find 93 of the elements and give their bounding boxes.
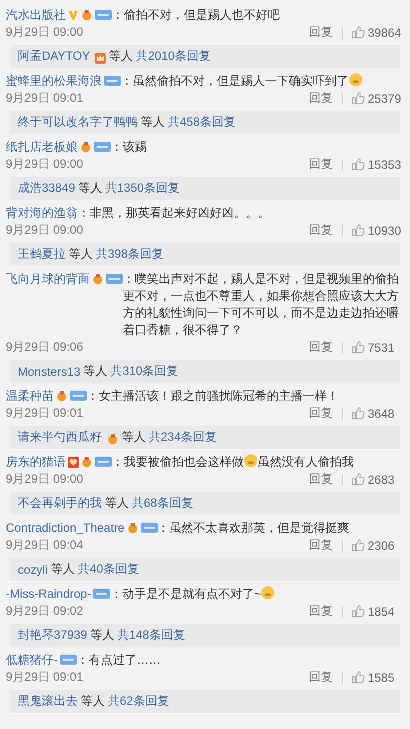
emoji-icon: [349, 73, 363, 87]
replies-bar[interactable]: 成浩33849 等人 共1350条回复: [10, 177, 400, 200]
crown-badge-icon: [95, 52, 106, 64]
thumbs-up-icon: [352, 341, 365, 354]
like-button[interactable]: 1854: [352, 604, 404, 618]
comment-date: 9月29日 09:01: [6, 669, 84, 686]
emoji-icon: [261, 586, 276, 600]
reply-link[interactable]: 回复: [309, 24, 333, 41]
like-button[interactable]: 10930: [352, 224, 404, 238]
comment-text: ：噗笑出声对不起，踢人是不对，但是视频里的偷拍更不对，一点也不尊重人，如果你想合照应该大大方方的礼貌性询问一下可不可以，而不是边走边拍还嚼着口香糖，很不得了？: [123, 272, 399, 337]
tag-icon: [60, 655, 77, 665]
tag-icon: [95, 457, 112, 467]
tag-icon: [70, 391, 87, 401]
username-link[interactable]: 低糖猪仔-: [6, 652, 58, 669]
tag-icon: [104, 76, 121, 86]
like-button[interactable]: 15353: [352, 158, 404, 172]
comment-text: ：动手是不是就有点不对了~: [110, 587, 262, 601]
replies-bar[interactable]: 封艳琴37939 等人 共148条回复: [10, 624, 400, 647]
like-button[interactable]: 25379: [352, 92, 404, 106]
reply-link[interactable]: 回复: [309, 537, 333, 554]
reply-link[interactable]: 回复: [309, 405, 333, 422]
like-button[interactable]: 7531: [352, 340, 404, 354]
comment-date: 9月29日 09:04: [6, 537, 84, 554]
medal-icon: [81, 10, 93, 21]
reply-link[interactable]: 回复: [309, 222, 333, 239]
thumbs-up-icon: [352, 539, 365, 552]
medal-icon: [81, 457, 93, 468]
like-button[interactable]: 2683: [352, 472, 404, 486]
username-link[interactable]: 房东的猫语: [6, 454, 66, 471]
replies-bar[interactable]: 王鹤夏拉 等人 共398条回复: [10, 243, 400, 266]
thumbs-up-icon: [352, 671, 365, 684]
medal-icon: [92, 274, 104, 285]
medal-icon: [126, 523, 139, 534]
replies-bar[interactable]: 阿孟DAYTOY 等人 共2010条回复: [10, 45, 400, 68]
comment-text: 虽然没有人偷拍我: [258, 455, 354, 469]
reply-link[interactable]: 回复: [309, 669, 333, 686]
replies-bar[interactable]: 终于可以改名字了鸭鸭 等人 共458条回复: [10, 111, 400, 134]
reply-link[interactable]: 回复: [309, 156, 333, 173]
tag-icon: [106, 274, 123, 284]
comment-date: 9月29日 09:06: [6, 339, 84, 356]
comment-text: ：虽然不太喜欢那英，但是觉得挺爽: [158, 521, 350, 535]
thumbs-up-icon: [352, 158, 365, 171]
comment-text: ：非黑，那英看起来好凶好凶。。。: [78, 206, 270, 220]
like-button[interactable]: 39864: [352, 26, 404, 40]
username-link[interactable]: 纸扎店老板娘: [6, 139, 78, 156]
replies-bar[interactable]: 不会再剁手的我 等人 共68条回复: [10, 492, 400, 515]
medal-icon: [56, 391, 68, 402]
medal-icon: [80, 142, 92, 153]
comment-date: 9月29日 09:02: [6, 603, 84, 620]
reply-link[interactable]: 回复: [309, 339, 333, 356]
thumbs-up-icon: [352, 407, 365, 420]
thumbs-up-icon: [352, 92, 365, 105]
v-badge-icon: [68, 10, 79, 21]
comment-date: 9月29日 09:00: [6, 471, 84, 488]
like-button[interactable]: 2306: [352, 538, 404, 552]
username-link[interactable]: -Miss-Raindrop-: [6, 586, 92, 603]
tag-icon: [140, 523, 158, 533]
comment-text: ：我要被偷拍也会这样做: [112, 455, 244, 469]
username-link[interactable]: 飞向月球的背面: [6, 271, 90, 288]
tag-icon: [95, 10, 112, 20]
reply-link[interactable]: 回复: [309, 471, 333, 488]
tag-icon: [94, 142, 111, 152]
comment-text: ：该踢: [111, 140, 147, 154]
thumbs-up-icon: [352, 605, 365, 618]
username-link[interactable]: 背对海的渔翁: [6, 205, 78, 222]
thumbs-up-icon: [352, 473, 365, 486]
username-link[interactable]: 蜜蜂里的松果海浪: [6, 73, 102, 90]
comment-date: 9月29日 09:00: [6, 156, 84, 173]
thumbs-up-icon: [352, 26, 365, 39]
like-button[interactable]: 3648: [352, 406, 404, 420]
replies-bar[interactable]: 黑鬼滚出去 等人 共62条回复: [10, 690, 400, 713]
replies-bar[interactable]: cozyli 等人 共40条回复: [10, 558, 400, 581]
username-link[interactable]: 温柔种苗: [6, 388, 54, 405]
thumbs-up-icon: [352, 224, 365, 237]
comment-date: 9月29日 09:00: [6, 222, 84, 239]
tag-icon: [93, 589, 110, 599]
comment-date: 9月29日 09:01: [6, 405, 84, 422]
comment-text: ：女主播活该！跟之前骚扰陈冠希的主播一样！: [87, 389, 339, 403]
comment-date: 9月29日 09:01: [6, 90, 84, 107]
comment-text: ：有点过了……: [77, 653, 161, 667]
comment-text: ：虽然偷拍不对，但是踢人一下确实吓到了: [121, 74, 349, 88]
emoji-icon: [244, 454, 258, 468]
reply-link[interactable]: 回复: [309, 603, 333, 620]
like-button[interactable]: 1585: [352, 670, 404, 684]
username-link[interactable]: Contradiction_Theatre: [6, 520, 125, 537]
medal-icon: [107, 434, 119, 444]
heart-badge-icon: [68, 457, 79, 468]
comment-text: ：偷拍不对，但是踢人也不好吧: [112, 8, 280, 22]
reply-link[interactable]: 回复: [309, 90, 333, 107]
replies-bar[interactable]: Monsters13 等人 共310条回复: [10, 360, 400, 383]
comment-date: 9月29日 09:00: [6, 24, 84, 41]
replies-bar[interactable]: 请来半勺西瓜籽 等人 共234条回复: [10, 426, 400, 449]
username-link[interactable]: 汽水出版社: [6, 7, 66, 24]
